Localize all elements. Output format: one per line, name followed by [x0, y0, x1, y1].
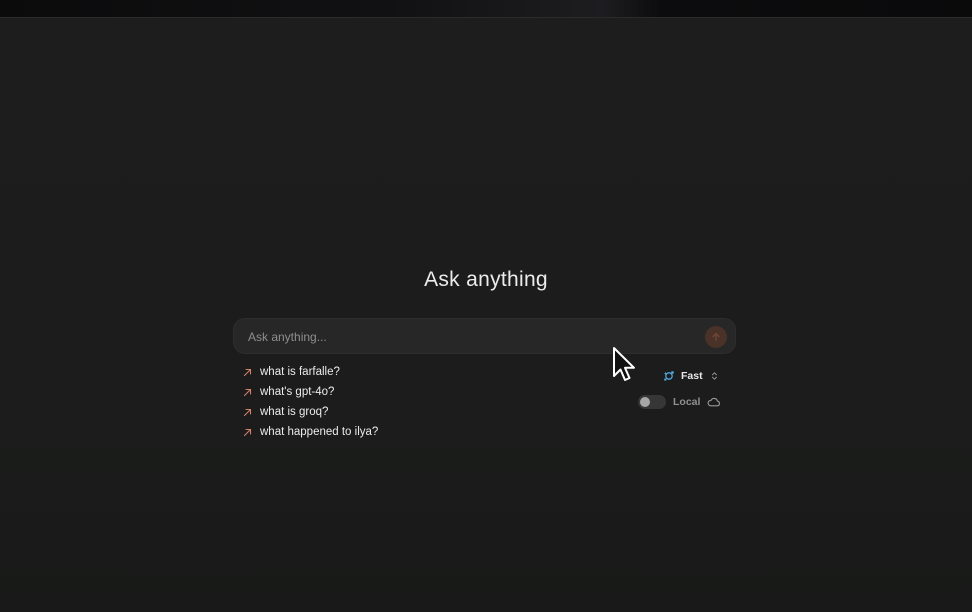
suggestion-text: what is farfalle?	[260, 366, 340, 378]
suggestion-text: what's gpt-4o?	[260, 386, 335, 398]
suggestion-item[interactable]: what's gpt-4o?	[243, 382, 378, 402]
local-toggle-row: Local	[638, 394, 721, 410]
submit-button[interactable]	[705, 326, 727, 348]
arrow-up-right-icon	[243, 408, 252, 417]
model-select[interactable]: Fast	[663, 368, 718, 384]
suggestion-item[interactable]: what is farfalle?	[243, 362, 378, 382]
mouse-cursor-icon	[613, 347, 635, 381]
window-top-bar	[0, 0, 972, 18]
local-toggle[interactable]	[638, 395, 666, 409]
suggestion-list: what is farfalle? what's gpt-4o? what is…	[243, 362, 378, 442]
toggle-knob	[640, 397, 650, 407]
local-label: Local	[673, 396, 701, 408]
model-label: Fast	[681, 370, 703, 382]
arrow-up-right-icon	[243, 428, 252, 437]
app-window: Ask anything what is farfalle? what's gp…	[0, 0, 972, 612]
page-title: Ask anything	[424, 268, 548, 291]
suggestion-text: what is groq?	[260, 406, 329, 418]
suggestion-item[interactable]: what is groq?	[243, 402, 378, 422]
cloud-icon	[708, 397, 721, 407]
suggestion-item[interactable]: what happened to ilya?	[243, 422, 378, 442]
arrow-up-right-icon	[243, 368, 252, 377]
chevron-up-down-icon	[711, 372, 717, 380]
suggestion-text: what happened to ilya?	[260, 426, 379, 438]
search-box[interactable]	[233, 318, 736, 355]
sparkle-icon	[664, 371, 674, 381]
arrow-up-icon	[712, 332, 720, 342]
arrow-up-right-icon	[243, 388, 252, 397]
